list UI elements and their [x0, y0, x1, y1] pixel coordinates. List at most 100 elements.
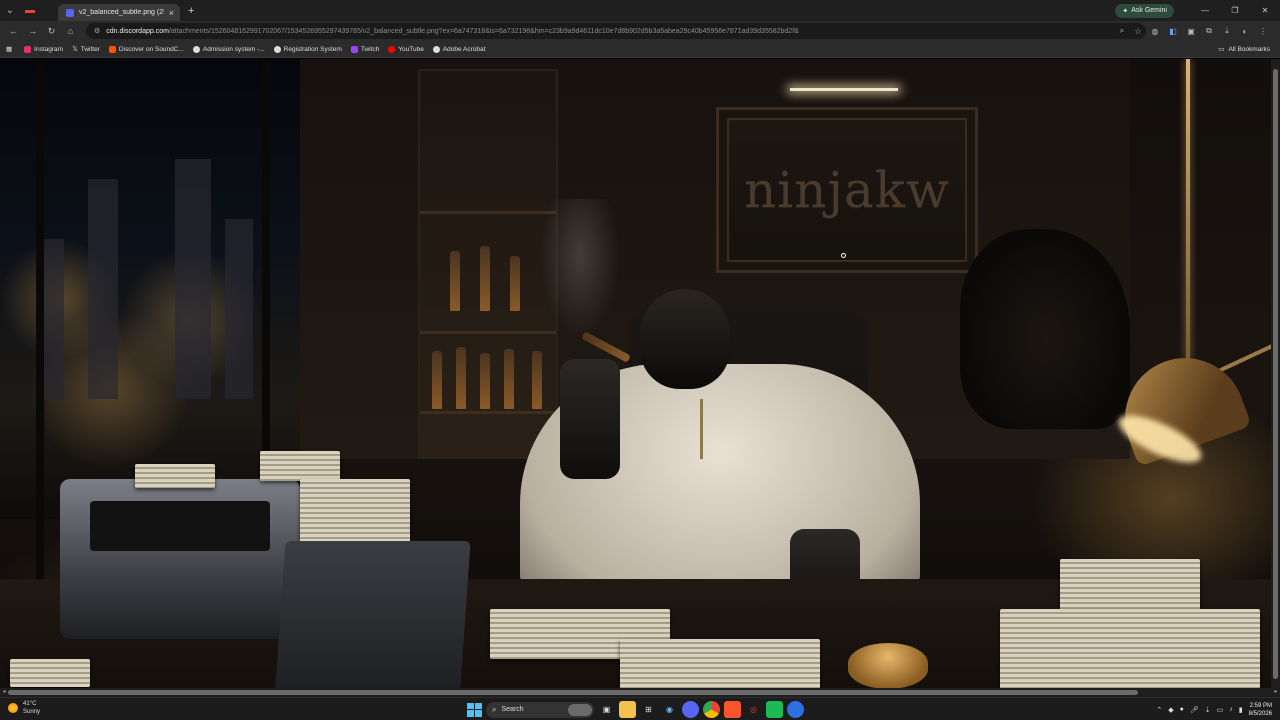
cash-stack [300, 479, 410, 549]
bookmark-label: Twitch [360, 45, 380, 53]
extension-icon-3[interactable]: ▣ [1182, 21, 1200, 41]
file-explorer-icon[interactable] [619, 701, 636, 718]
menu-kebab-icon[interactable]: ⋮ [1254, 21, 1272, 41]
horizontal-scrollbar[interactable]: ◂ ▸ [0, 688, 1280, 697]
app-icon-red[interactable]: ◎ [745, 701, 762, 718]
tab-search-icon[interactable]: ⌄ [0, 0, 20, 21]
vertical-scroll-thumb[interactable] [1273, 69, 1278, 679]
maximize-window-icon[interactable]: ❐ [1220, 0, 1250, 21]
bookmark-registration[interactable]: Registration System [273, 45, 342, 53]
bookmark-soundcloud[interactable]: Discover on SoundC... [108, 45, 184, 53]
horizontal-scroll-thumb[interactable] [8, 690, 1138, 695]
tab-close-icon[interactable]: × [169, 8, 174, 18]
globe-icon [192, 45, 200, 53]
download-icon[interactable]: ⤓ [1218, 21, 1236, 41]
money-counter [60, 479, 300, 639]
app-icon-blue[interactable] [787, 701, 804, 718]
search-highlight-icon [568, 703, 592, 716]
minimize-window-icon[interactable]: — [1190, 0, 1220, 21]
bookmark-youtube[interactable]: YouTube [388, 45, 424, 53]
sweater-zip [700, 399, 703, 459]
address-bar[interactable]: ⚙ cdn.discordapp.com/attachments/1526048… [86, 23, 1146, 39]
bookmark-twitch[interactable]: Twitch [350, 45, 380, 53]
task-view-icon[interactable]: ▣ [598, 701, 615, 718]
scroll-left-icon[interactable]: ◂ [0, 688, 8, 697]
reload-icon[interactable]: ↻ [42, 21, 61, 41]
cash-stack [260, 451, 340, 481]
site-info-icon[interactable]: ⚙ [94, 27, 100, 35]
twitch-icon [350, 45, 358, 53]
system-tray: ⌃ ◆ ● 🎤︎ ⇣ ▭ ♪ ▮ 2:59 PM 8/5/2026 [1156, 700, 1272, 719]
store-icon[interactable]: ⊞ [640, 701, 657, 718]
bookmark-admission[interactable]: Admission system -... [192, 45, 265, 53]
extension-icon-1[interactable]: ◍ [1146, 21, 1164, 41]
zoom-icon[interactable]: ⌕ [1114, 26, 1130, 36]
tab-title: v2_balanced_subtle.png (2560× [79, 9, 164, 16]
tray-app-icon[interactable]: ◆ [1168, 706, 1173, 714]
forward-icon[interactable]: → [23, 21, 42, 41]
image-viewer[interactable]: ninjakw [0, 59, 1280, 697]
bookmark-star-icon[interactable]: ☆ [1130, 27, 1146, 36]
ask-gemini-button[interactable]: ✦ Ask Gemini [1115, 3, 1174, 18]
browser-toolbar: ← → ↻ ⌂ ⚙ cdn.discordapp.com/attachments… [0, 21, 1280, 41]
pinned-tab-icon[interactable]: ▬ [20, 0, 40, 21]
globe-icon [432, 45, 440, 53]
cash-stack [1000, 609, 1260, 689]
all-bookmarks-button[interactable]: ▭ All Bookmarks [1218, 45, 1270, 54]
microphone-icon[interactable]: 🎤︎ [1190, 706, 1199, 714]
start-windows-icon[interactable] [466, 702, 482, 718]
windows-taskbar: 41°C Sunny ⌕ Search ▣ ⊞ ◉ ◎ ⌃ ◆ ● 🎤︎ ⇣ ▭… [0, 697, 1280, 720]
tray-overflow-icon[interactable]: ⌃ [1156, 706, 1162, 714]
cash-pile [620, 639, 820, 689]
night-city-window [0, 59, 300, 519]
laptop [274, 541, 471, 697]
extension-icon-2[interactable]: ◧ [1164, 21, 1182, 41]
bookmark-label: Registration System [283, 45, 342, 53]
app-icon-green[interactable] [766, 701, 783, 718]
bookmark-instagram[interactable]: Instagram [24, 45, 64, 53]
figure-head [640, 289, 730, 389]
tab-strip: ⌄ ▬ v2_balanced_subtle.png (2560× × + ✦ … [0, 0, 1280, 21]
battery-icon[interactable]: ▮ [1239, 706, 1243, 714]
brave-icon[interactable] [724, 701, 741, 718]
instagram-icon [24, 45, 32, 53]
apps-grid-icon[interactable]: ▦ [6, 45, 12, 53]
bookmark-adobe[interactable]: Adobe Acrobat [432, 45, 486, 53]
bookmark-label: Instagram [34, 45, 64, 53]
bookmark-label: Discover on SoundC... [118, 45, 184, 53]
extensions-puzzle-icon[interactable]: ⧉ [1200, 21, 1218, 41]
cash-stack [135, 464, 215, 488]
light-strip [1186, 59, 1190, 359]
home-icon[interactable]: ⌂ [61, 21, 80, 41]
close-window-icon[interactable]: ✕ [1250, 0, 1280, 21]
discord-icon[interactable] [682, 701, 699, 718]
search-icon: ⌕ [492, 704, 497, 714]
back-icon[interactable]: ← [4, 21, 23, 41]
chrome-icon[interactable] [703, 701, 720, 718]
bookmark-label: Adobe Acrobat [442, 45, 486, 53]
x-icon: 𝕏 [72, 46, 78, 53]
weather-widget[interactable]: 41°C Sunny [8, 700, 40, 716]
folder-icon: ▭ [1218, 46, 1225, 53]
vertical-scrollbar[interactable] [1271, 59, 1280, 688]
sign-text: ninjakw [744, 161, 950, 219]
globe-icon [273, 45, 281, 53]
clock[interactable]: 2:59 PM 8/5/2026 [1249, 702, 1272, 718]
gemini-sparkle-icon: ✦ [1122, 7, 1129, 15]
scroll-right-icon[interactable]: ▸ [1272, 688, 1280, 697]
bookmark-twitter[interactable]: 𝕏 Twitter [72, 45, 100, 54]
gold-ashtray [848, 643, 928, 689]
tray-app-icon-2[interactable]: ● [1180, 706, 1184, 713]
display-icon[interactable]: ▭ [1217, 706, 1224, 714]
profile-avatar-icon[interactable]: ◐ [1236, 21, 1254, 41]
tray-app-icon-3[interactable]: ⇣ [1205, 706, 1211, 714]
sun-icon [8, 703, 18, 713]
steam-icon[interactable]: ◉ [661, 701, 678, 718]
left-glove [560, 359, 620, 479]
volume-icon[interactable]: ♪ [1229, 706, 1233, 713]
taskbar-search[interactable]: ⌕ Search [486, 701, 594, 718]
new-tab-button[interactable]: + [188, 5, 194, 17]
tab-active[interactable]: v2_balanced_subtle.png (2560× × [58, 4, 180, 21]
weather-temp: 41°C [23, 701, 37, 707]
cigar-smoke [540, 199, 620, 339]
